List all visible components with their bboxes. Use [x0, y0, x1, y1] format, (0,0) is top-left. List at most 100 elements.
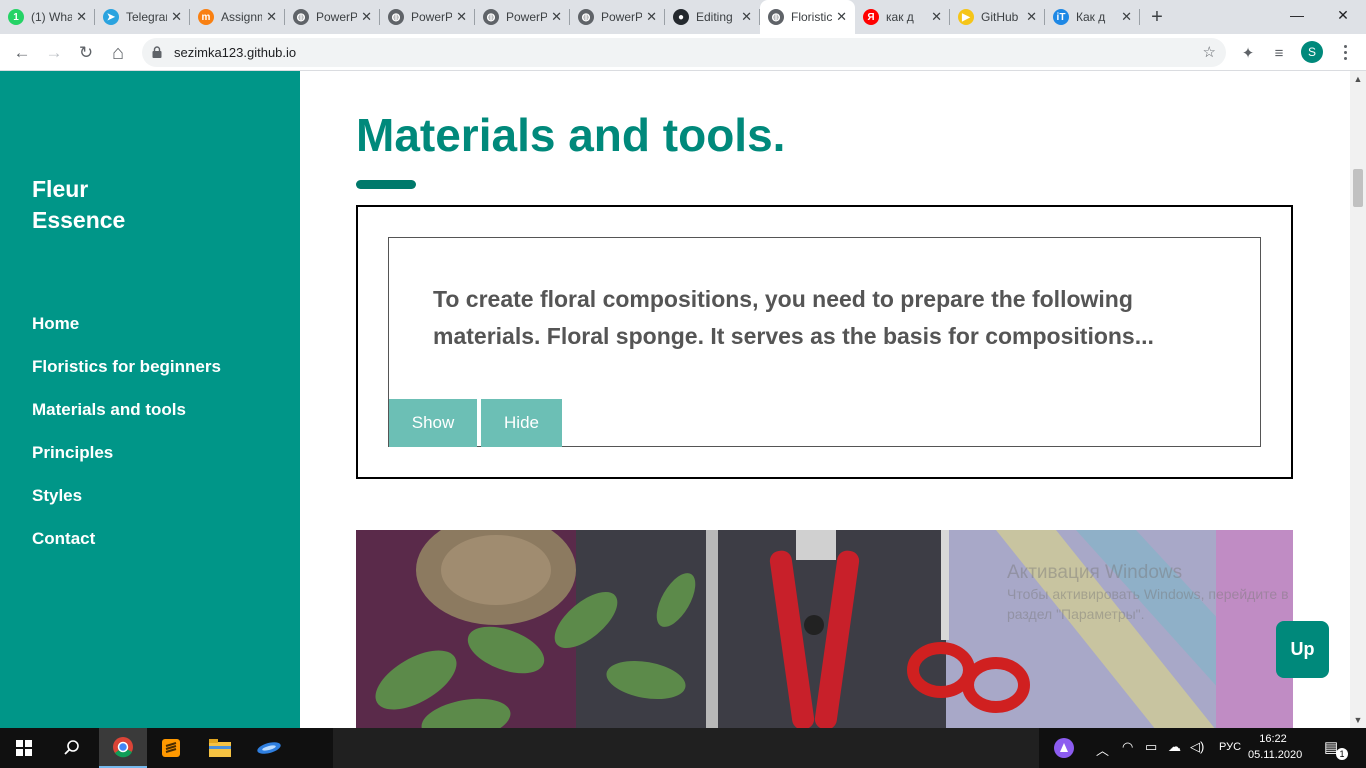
close-tab-icon[interactable]: ✕	[1121, 9, 1132, 25]
close-tab-icon[interactable]: ✕	[266, 9, 277, 25]
system-clock[interactable]: 16:22 05.11.2020	[1248, 731, 1303, 763]
new-tab-button[interactable]: +	[1140, 0, 1174, 34]
globe-icon: ◍	[483, 9, 499, 25]
page-scrollbar[interactable]: ▲ ▼	[1350, 71, 1366, 728]
extensions-puzzle-icon[interactable]: ✦	[1238, 43, 1258, 63]
media-control-icon[interactable]: ≡	[1269, 43, 1289, 63]
browser-tab[interactable]: ▶ GitHub ✕	[950, 0, 1045, 34]
close-window-button[interactable]: ✕	[1320, 0, 1366, 30]
it-icon: iT	[1053, 9, 1069, 25]
volume-icon[interactable]: ◁)	[1190, 739, 1204, 755]
web-page: Fleur Essence Home Floristics for beginn…	[0, 71, 1350, 728]
nav-item-principles[interactable]: Principles	[32, 442, 221, 485]
windows-activation-watermark: Активация Windows Чтобы активировать Win…	[1007, 562, 1289, 624]
sidebar-nav: Home Floristics for beginners Materials …	[32, 313, 221, 571]
tab-label: Telegram	[126, 10, 167, 24]
nav-item-floristics[interactable]: Floristics for beginners	[32, 356, 221, 399]
close-tab-icon[interactable]: ✕	[646, 9, 657, 25]
tab-label: как д	[886, 10, 914, 24]
tab-label: Assignment	[221, 10, 263, 24]
scroll-up-arrow-icon[interactable]: ▲	[1350, 71, 1366, 87]
show-button[interactable]: Show	[389, 399, 477, 447]
app-shortcut-icon[interactable]	[245, 728, 293, 768]
moodle-icon: m	[198, 9, 214, 25]
clock-time: 16:22	[1259, 733, 1287, 745]
tab-label: (1) WhatsApp	[31, 10, 73, 24]
watermark-line-1: Чтобы активировать Windows, перейдите в	[1007, 586, 1289, 602]
close-tab-icon[interactable]: ✕	[551, 9, 562, 25]
file-explorer-icon[interactable]	[196, 728, 244, 768]
search-icon[interactable]	[48, 728, 96, 768]
close-tab-icon[interactable]: ✕	[361, 9, 372, 25]
network-icon[interactable]: ◠	[1122, 739, 1133, 755]
browser-tab[interactable]: ◍ PowerPoint✕	[285, 0, 380, 34]
youtube-play-icon: ▶	[958, 9, 974, 25]
reload-icon[interactable]: ↻	[72, 39, 100, 67]
sublime-text-icon[interactable]	[147, 728, 195, 768]
globe-icon: ◍	[293, 9, 309, 25]
scroll-up-button[interactable]: Up	[1276, 621, 1329, 678]
lock-icon	[152, 46, 162, 58]
browser-tab[interactable]: Якак д ✕	[855, 0, 950, 34]
close-tab-icon[interactable]: ✕	[456, 9, 467, 25]
whatsapp-icon: 1	[8, 9, 24, 25]
browser-tab[interactable]: ◍ Floristics✕	[760, 0, 855, 34]
address-bar[interactable]: sezimka123.github.io ☆	[142, 38, 1226, 67]
browser-tab[interactable]: ● Editing ✕	[665, 0, 760, 34]
browser-tab[interactable]: iT Как д ✕	[1045, 0, 1140, 34]
battery-icon[interactable]: ▭	[1145, 739, 1157, 755]
browser-tab[interactable]: m Assignment✕	[190, 0, 285, 34]
scroll-thumb[interactable]	[1353, 169, 1363, 207]
tab-label: Как д	[1076, 10, 1106, 24]
tab-label: Editing	[696, 10, 733, 24]
globe-icon: ◍	[768, 9, 784, 25]
site-logo[interactable]: Fleur Essence	[32, 174, 125, 236]
tab-label: PowerPoint	[411, 10, 453, 24]
clock-date: 05.11.2020	[1248, 749, 1303, 761]
tab-label: Floristics	[791, 10, 833, 24]
close-tab-icon[interactable]: ✕	[931, 9, 942, 25]
back-icon[interactable]: ←	[8, 39, 36, 67]
browser-tab[interactable]: ➤ Telegram ✕	[95, 0, 190, 34]
yandex-icon: Я	[863, 9, 879, 25]
windows-start-icon[interactable]	[0, 728, 48, 768]
close-tab-icon[interactable]: ✕	[1026, 9, 1037, 25]
tab-label: PowerPoint	[601, 10, 643, 24]
close-tab-icon[interactable]: ✕	[171, 9, 182, 25]
watermark-line-2: раздел "Параметры".	[1007, 606, 1145, 622]
nav-item-contact[interactable]: Contact	[32, 528, 221, 571]
assistant-icon[interactable]	[1040, 728, 1088, 768]
browser-tab[interactable]: ◍ PowerPoint✕	[570, 0, 665, 34]
globe-icon: ◍	[388, 9, 404, 25]
language-indicator[interactable]: РУС	[1219, 741, 1241, 753]
onedrive-icon[interactable]: ☁	[1168, 739, 1181, 755]
tools-photo	[356, 530, 1293, 728]
bookmark-star-icon[interactable]: ☆	[1203, 43, 1216, 61]
forward-icon[interactable]: →	[40, 39, 68, 67]
globe-icon: ◍	[578, 9, 594, 25]
url-text: sezimka123.github.io	[174, 45, 297, 60]
browser-tab[interactable]: ◍ PowerPoint✕	[380, 0, 475, 34]
minimize-button[interactable]: —	[1274, 0, 1320, 30]
nav-item-styles[interactable]: Styles	[32, 485, 221, 528]
watermark-title: Активация Windows	[1007, 562, 1183, 583]
hide-button[interactable]: Hide	[481, 399, 562, 447]
scroll-down-arrow-icon[interactable]: ▼	[1350, 712, 1366, 728]
tray-chevron-icon[interactable]: ︿	[1096, 740, 1109, 759]
home-icon[interactable]: ⌂	[104, 39, 132, 67]
chrome-taskbar-icon[interactable]	[99, 728, 147, 768]
sidebar: Fleur Essence Home Floristics for beginn…	[0, 71, 300, 728]
nav-item-materials[interactable]: Materials and tools	[32, 399, 221, 442]
close-tab-icon[interactable]: ✕	[741, 9, 752, 25]
page-title: Materials and tools.	[356, 109, 786, 161]
browser-menu-icon[interactable]	[1335, 42, 1355, 62]
title-underline	[356, 180, 416, 189]
notification-count-badge: 1	[1336, 748, 1348, 760]
excerpt-panel: To create floral compositions, you need …	[388, 237, 1261, 447]
close-tab-icon[interactable]: ✕	[76, 9, 87, 25]
browser-tab[interactable]: 1 (1) WhatsApp✕	[0, 0, 95, 34]
nav-item-home[interactable]: Home	[32, 313, 221, 356]
profile-avatar[interactable]: S	[1301, 41, 1323, 63]
browser-tab[interactable]: ◍ PowerPoint✕	[475, 0, 570, 34]
close-tab-icon[interactable]: ✕	[836, 9, 847, 25]
